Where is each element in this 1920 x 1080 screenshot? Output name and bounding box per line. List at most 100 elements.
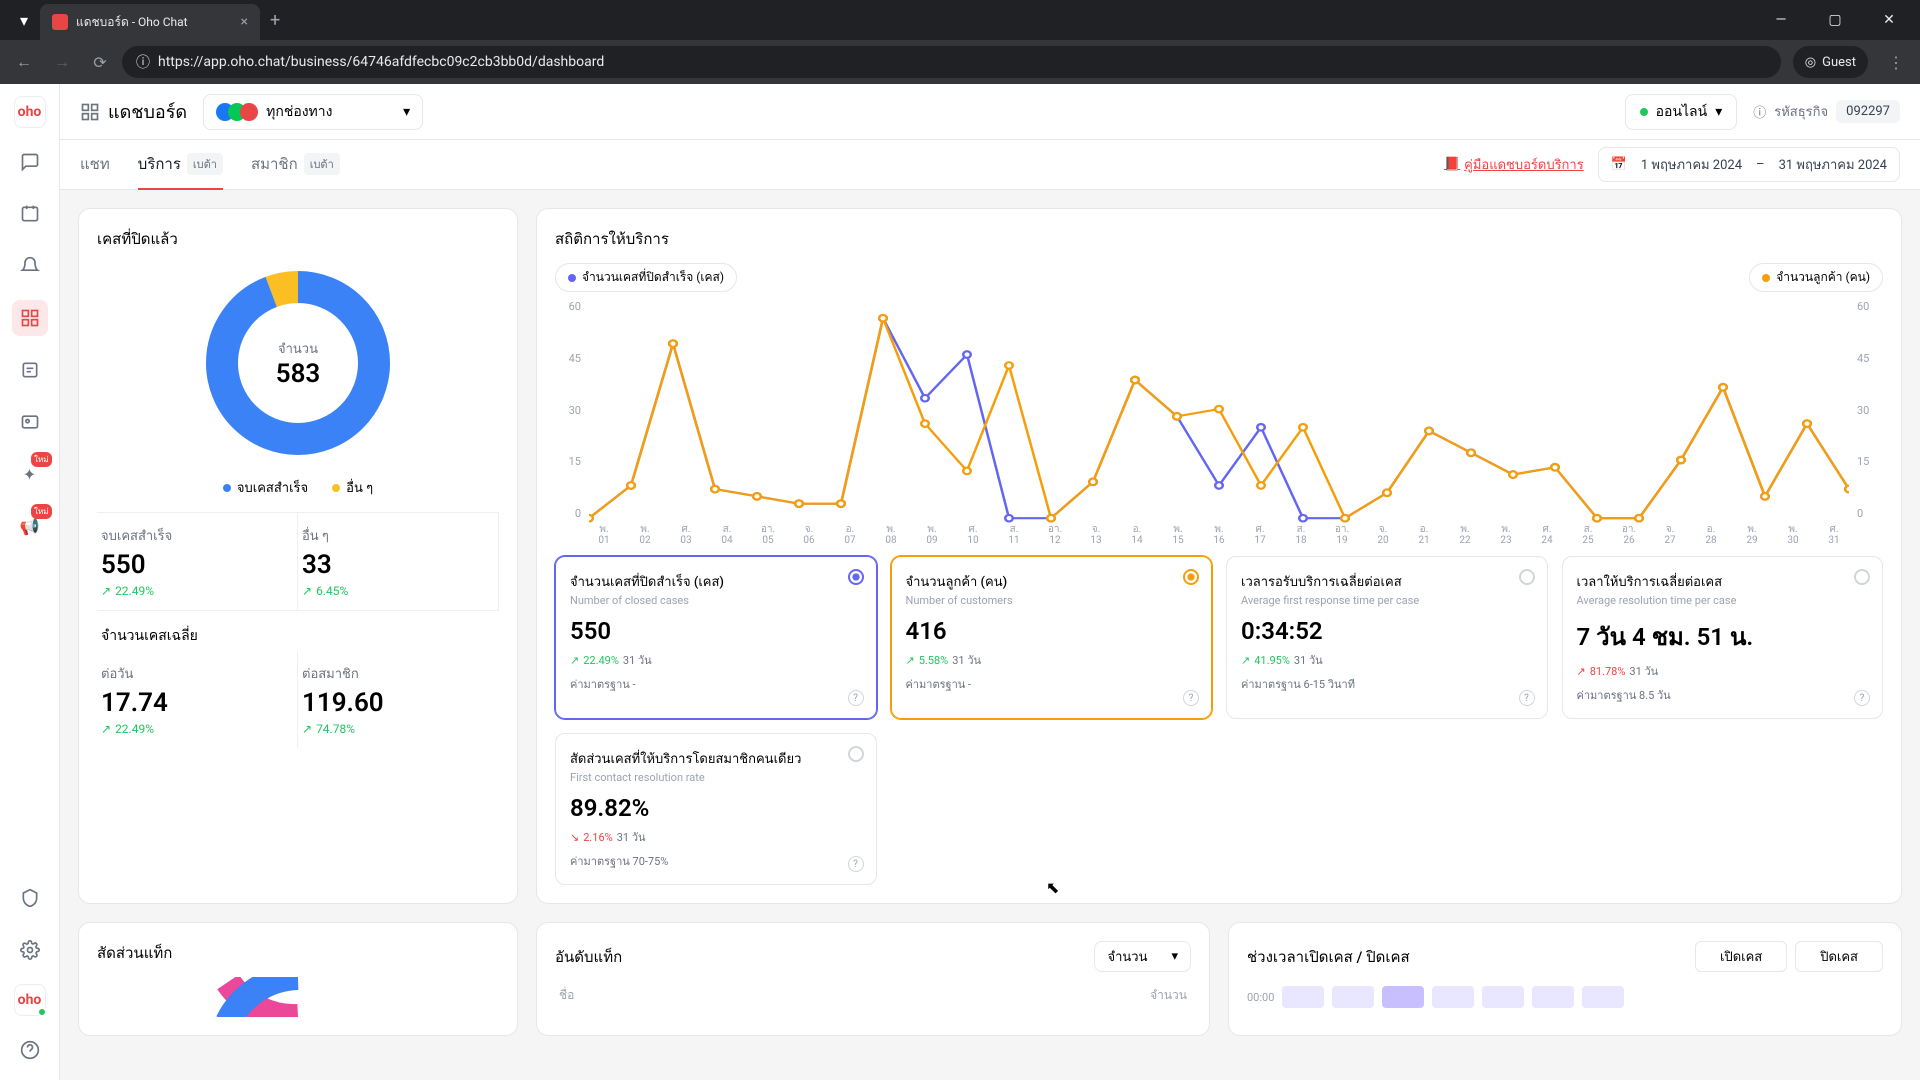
dashboard-icon	[80, 102, 100, 122]
card-title: เคสที่ปิดแล้ว	[97, 227, 499, 251]
legend-pill-closed[interactable]: จำนวนเคสที่ปิดสำเร็จ (เคส)	[555, 263, 737, 292]
sparkle-icon: ✦	[23, 465, 36, 484]
rank-sort-select[interactable]: จำนวน▾	[1094, 941, 1191, 972]
legend-pill-customers[interactable]: จำนวนลูกค้า (คน)	[1749, 263, 1883, 292]
date-sep: –	[1756, 157, 1765, 172]
app-logo[interactable]: oho	[14, 96, 46, 128]
biz-code-label: รหัสธุรกิจ	[1774, 101, 1828, 122]
status-label: ออนไลน์	[1656, 101, 1708, 123]
manual-label: คู่มือแดชบอร์ดบริการ	[1464, 154, 1584, 175]
line-chart: 604530150 604530150 พ.01พ.02ศ.03ส.04อา.0…	[555, 300, 1883, 540]
forward-button[interactable]: →	[46, 46, 78, 78]
book-icon: 📕	[1444, 157, 1460, 172]
donut-total: 583	[276, 359, 321, 389]
beta-badge: เบต้า	[304, 153, 340, 175]
menu-button[interactable]: ⋮	[1880, 46, 1912, 78]
channel-selector[interactable]: ทุกช่องทาง ▾	[203, 94, 423, 130]
col-count: จำนวน	[1150, 986, 1187, 1005]
legend-other: อื่น ๆ	[332, 477, 373, 498]
sidebar-item-settings[interactable]	[12, 932, 48, 968]
tab-chat[interactable]: แชท	[80, 140, 110, 190]
metric-fcr[interactable]: สัดส่วนเคสที่ให้บริการโดยสมาชิกคนเดียว F…	[555, 733, 877, 885]
date-range-picker[interactable]: 📅 1 พฤษภาคม 2024 – 31 พฤษภาคม 2024	[1598, 147, 1900, 182]
oho-icon	[240, 103, 258, 121]
radio-icon	[848, 746, 864, 762]
donut-label: จำนวน	[278, 338, 318, 359]
sidebar-avatar[interactable]: oho	[14, 984, 46, 1016]
tab-service[interactable]: บริการเบต้า	[138, 140, 223, 190]
radio-icon	[848, 569, 864, 585]
sidebar-item-chat[interactable]	[12, 144, 48, 180]
browser-tab[interactable]: แดชบอร์ด - Oho Chat ×	[40, 4, 260, 40]
info-icon: ⓘ	[1753, 102, 1766, 121]
info-icon[interactable]: ?	[1519, 690, 1535, 706]
up-icon: ↗	[101, 722, 111, 736]
sidebar-item-ai[interactable]: ✦ใหม่	[12, 456, 48, 492]
status-dot-icon	[1640, 108, 1648, 116]
sidebar-item-orders[interactable]	[12, 352, 48, 388]
manual-link[interactable]: 📕 คู่มือแดชบอร์ดบริการ	[1444, 154, 1584, 175]
card-title: ช่วงเวลาเปิดเคส / ปิดเคส	[1247, 945, 1410, 969]
back-button[interactable]: ←	[8, 46, 40, 78]
new-tab-button[interactable]: +	[260, 10, 290, 31]
sidebar-item-campaign[interactable]: 📢ใหม่	[12, 508, 48, 544]
legend-success: จบเคสสำเร็จ	[223, 477, 308, 498]
url-text: https://app.oho.chat/business/64746afdfe…	[158, 54, 604, 70]
info-icon[interactable]: ?	[1183, 690, 1199, 706]
sidebar-item-support[interactable]	[12, 1032, 48, 1068]
close-icon[interactable]: ×	[241, 14, 248, 30]
page-title-text: แดชบอร์ด	[108, 97, 187, 126]
info-icon[interactable]: ?	[1854, 690, 1870, 706]
maximize-button[interactable]: ▢	[1812, 4, 1858, 36]
address-bar[interactable]: ⓘ https://app.oho.chat/business/64746afd…	[122, 46, 1781, 78]
up-icon: ↗	[101, 584, 111, 598]
metric-closed-cases[interactable]: จำนวนเคสที่ปิดสำเร็จ (เคส) Number of clo…	[555, 556, 877, 719]
biz-code-value: 092297	[1836, 100, 1900, 123]
page-title: แดชบอร์ด	[80, 97, 187, 126]
card-title: อันดับแท็ก	[555, 945, 622, 969]
up-icon: ↗	[302, 722, 312, 736]
calendar-icon: 📅	[1611, 157, 1627, 172]
info-icon[interactable]: ?	[848, 856, 864, 872]
status-selector[interactable]: ออนไลน์ ▾	[1625, 94, 1738, 130]
open-case-tab[interactable]: เปิดเคส	[1695, 941, 1787, 972]
card-title: สัดส่วนแท็ก	[97, 941, 499, 965]
stat-other: อื่น ๆ 33 ↗6.45%	[298, 513, 499, 610]
time-axis-label: 00:00	[1247, 991, 1274, 1004]
business-code: ⓘ รหัสธุรกิจ 092297	[1753, 100, 1900, 123]
sidebar-item-contacts[interactable]	[12, 196, 48, 232]
metric-resolution-time[interactable]: เวลาให้บริการเฉลี่ยต่อเคส Average resolu…	[1562, 556, 1884, 719]
tag-ratio-card: สัดส่วนแท็ก	[78, 922, 518, 1036]
tab-title: แดชบอร์ด - Oho Chat	[76, 13, 233, 32]
tab-member[interactable]: สมาชิกเบต้า	[251, 140, 340, 190]
sidebar-item-dashboard[interactable]	[12, 300, 48, 336]
up-icon: ↗	[302, 584, 312, 598]
chevron-down-icon: ▾	[403, 104, 410, 120]
avg-title: จำนวนเคสเฉลี่ย	[97, 610, 499, 651]
secure-icon: ⓘ	[136, 52, 150, 72]
metric-first-response[interactable]: เวลารอรับบริการเฉลี่ยต่อเคส Average firs…	[1226, 556, 1548, 719]
tag-rank-card: อันดับแท็ก จำนวน▾ ชื่อ จำนวน	[536, 922, 1210, 1036]
close-case-tab[interactable]: ปิดเคส	[1795, 941, 1883, 972]
metric-customers[interactable]: จำนวนลูกค้า (คน) Number of customers 416…	[891, 556, 1213, 719]
guest-profile[interactable]: ◎ Guest	[1793, 46, 1868, 78]
favicon-icon	[52, 14, 68, 30]
sidebar-item-broadcast[interactable]	[12, 248, 48, 284]
col-name: ชื่อ	[559, 986, 574, 1005]
sidebar-item-media[interactable]	[12, 404, 48, 440]
info-icon[interactable]: ?	[848, 690, 864, 706]
date-to: 31 พฤษภาคม 2024	[1779, 154, 1887, 175]
case-time-card: ช่วงเวลาเปิดเคส / ปิดเคส เปิดเคส ปิดเคส …	[1228, 922, 1902, 1036]
pie-preview	[198, 977, 398, 1017]
reload-button[interactable]: ⟳	[84, 46, 116, 78]
stat-per-day: ต่อวัน 17.74 ↗22.49%	[97, 651, 298, 748]
tab-label: บริการ	[138, 152, 181, 176]
minimize-button[interactable]: —	[1758, 4, 1804, 36]
tab-dropdown-icon[interactable]: ▾	[8, 4, 40, 36]
channel-label: ทุกช่องทาง	[266, 101, 332, 123]
date-from: 1 พฤษภาคม 2024	[1641, 154, 1742, 175]
chevron-down-icon: ▾	[1715, 104, 1722, 120]
close-window-button[interactable]: ✕	[1866, 4, 1912, 36]
card-title: สถิติการให้บริการ	[555, 227, 1883, 251]
sidebar-item-help[interactable]	[12, 880, 48, 916]
